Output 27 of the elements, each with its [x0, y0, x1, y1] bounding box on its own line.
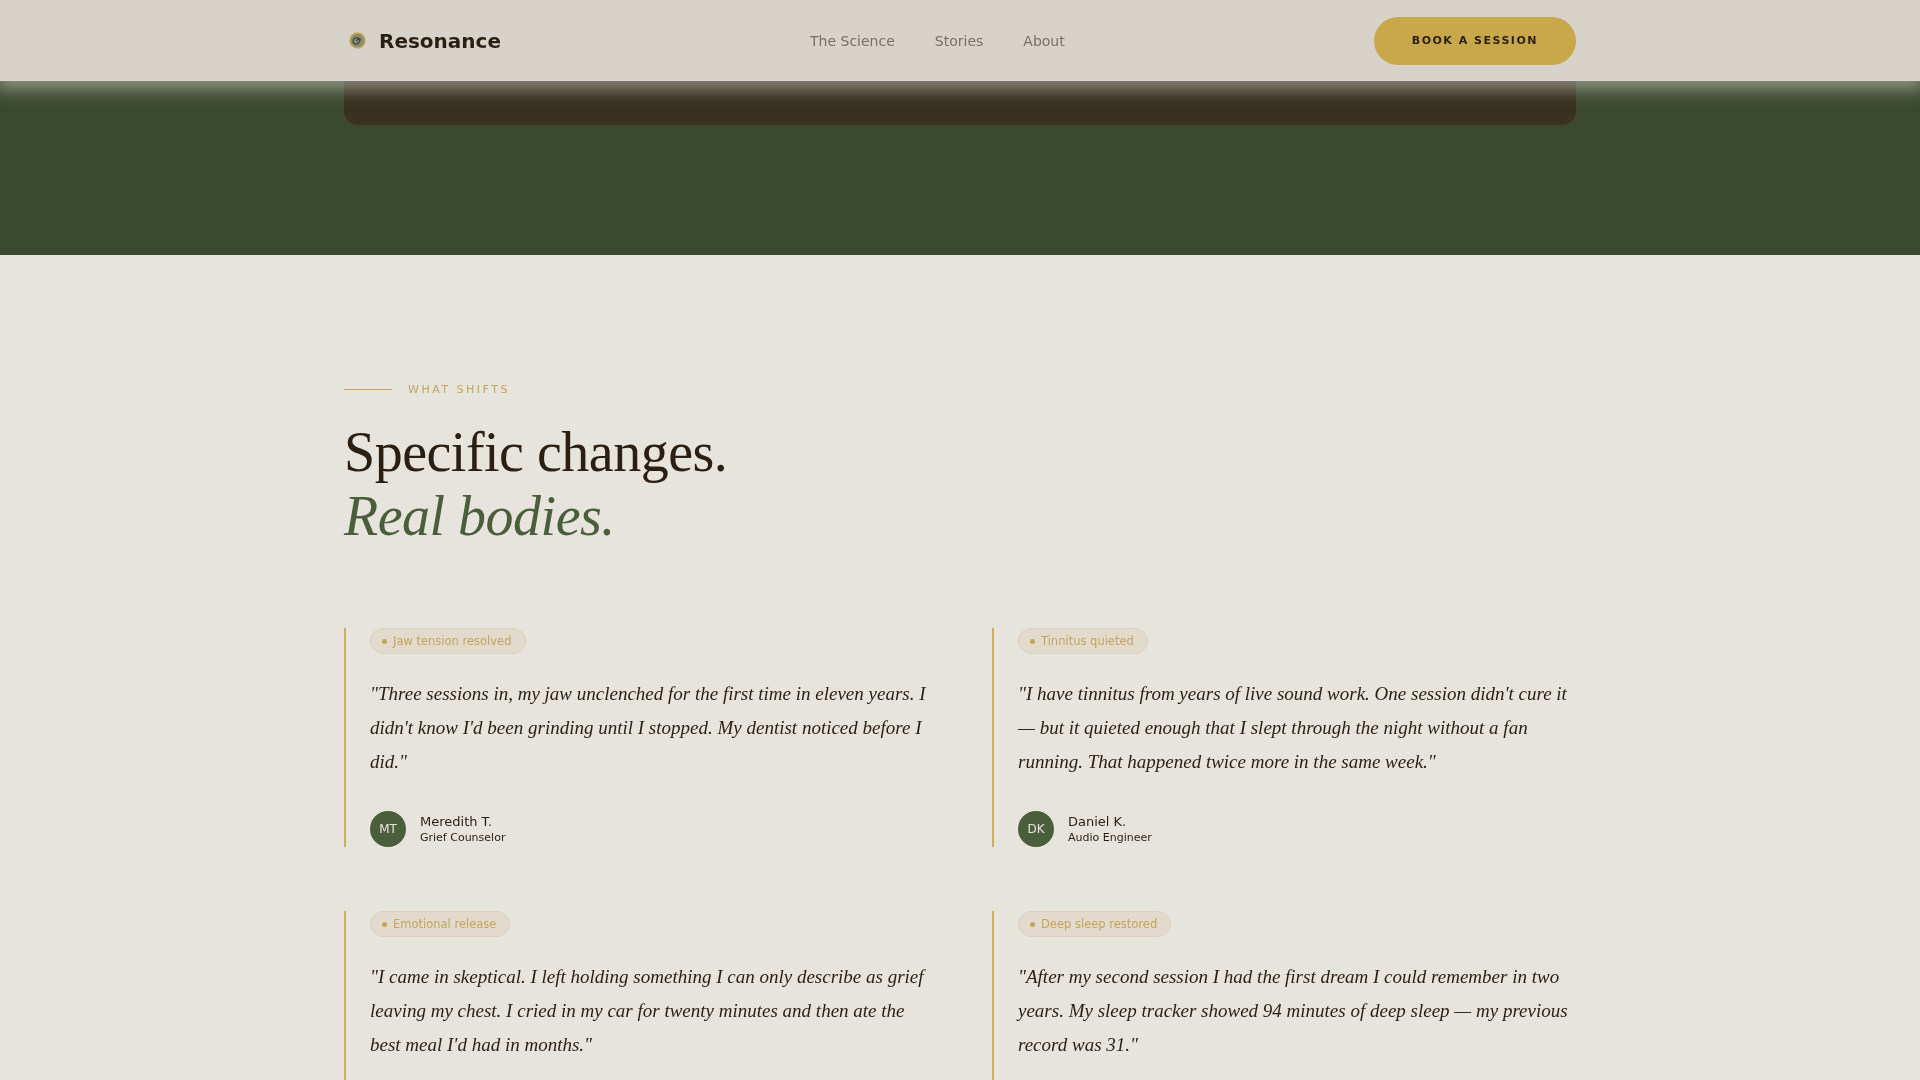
outcome-label: Jaw tension resolved	[393, 634, 512, 648]
spiral-logo-icon[interactable]	[349, 32, 366, 49]
dot-icon	[1030, 638, 1035, 644]
testimonial-quote: "I have tinnitus from years of live sound work. One session didn't cure it — but it quieted enough that I slept through the night without a fan running. That happened twice more in the same week."	[1018, 682, 1568, 774]
outcome-label: Emotional release	[393, 917, 497, 931]
avatar: MT	[370, 811, 406, 847]
nav-link[interactable]: The Science	[810, 32, 895, 49]
section-heading: Specific changes.	[344, 420, 728, 484]
avatar: DK	[1018, 811, 1054, 847]
dot-icon	[382, 638, 387, 644]
nav-link[interactable]: Stories	[934, 32, 984, 49]
nav-link[interactable]: About	[1023, 32, 1065, 49]
outcome-label: Tinnitus quieted	[1041, 634, 1134, 648]
brand-name[interactable]: Resonance	[379, 28, 501, 53]
dot-icon	[1030, 921, 1035, 927]
author-role: Audio Engineer	[1068, 831, 1152, 844]
book-session-button[interactable]: BOOK A SESSION	[1373, 16, 1576, 65]
section-eyebrow: WHAT SHIFTS	[408, 383, 510, 396]
outcome-label: Deep sleep restored	[1041, 917, 1158, 931]
testimonial-quote: "I came in skeptical. I left holding something I can only describe as grief leaving my chest. I cried in my car for twenty minutes and then ate the best meal I'd had in months."	[370, 965, 927, 1057]
author-name: Meredith T.	[420, 814, 494, 829]
dot-icon	[382, 921, 387, 927]
author-name: Daniel K.	[1068, 814, 1128, 829]
author-role: Grief Counselor	[420, 831, 506, 844]
testimonial-quote: "After my second session I had the first dream I could remember in two years. My sleep tracker showed 94 minutes of deep sleep — my previous record was 31."	[1018, 965, 1569, 1057]
testimonial-quote: "Three sessions in, my jaw unclenched for the first time in eleven years. I didn't know I'd been grinding until I stopped. My dentist noticed before I did."	[370, 682, 927, 774]
heading-accent: Real bodies.	[344, 484, 615, 548]
